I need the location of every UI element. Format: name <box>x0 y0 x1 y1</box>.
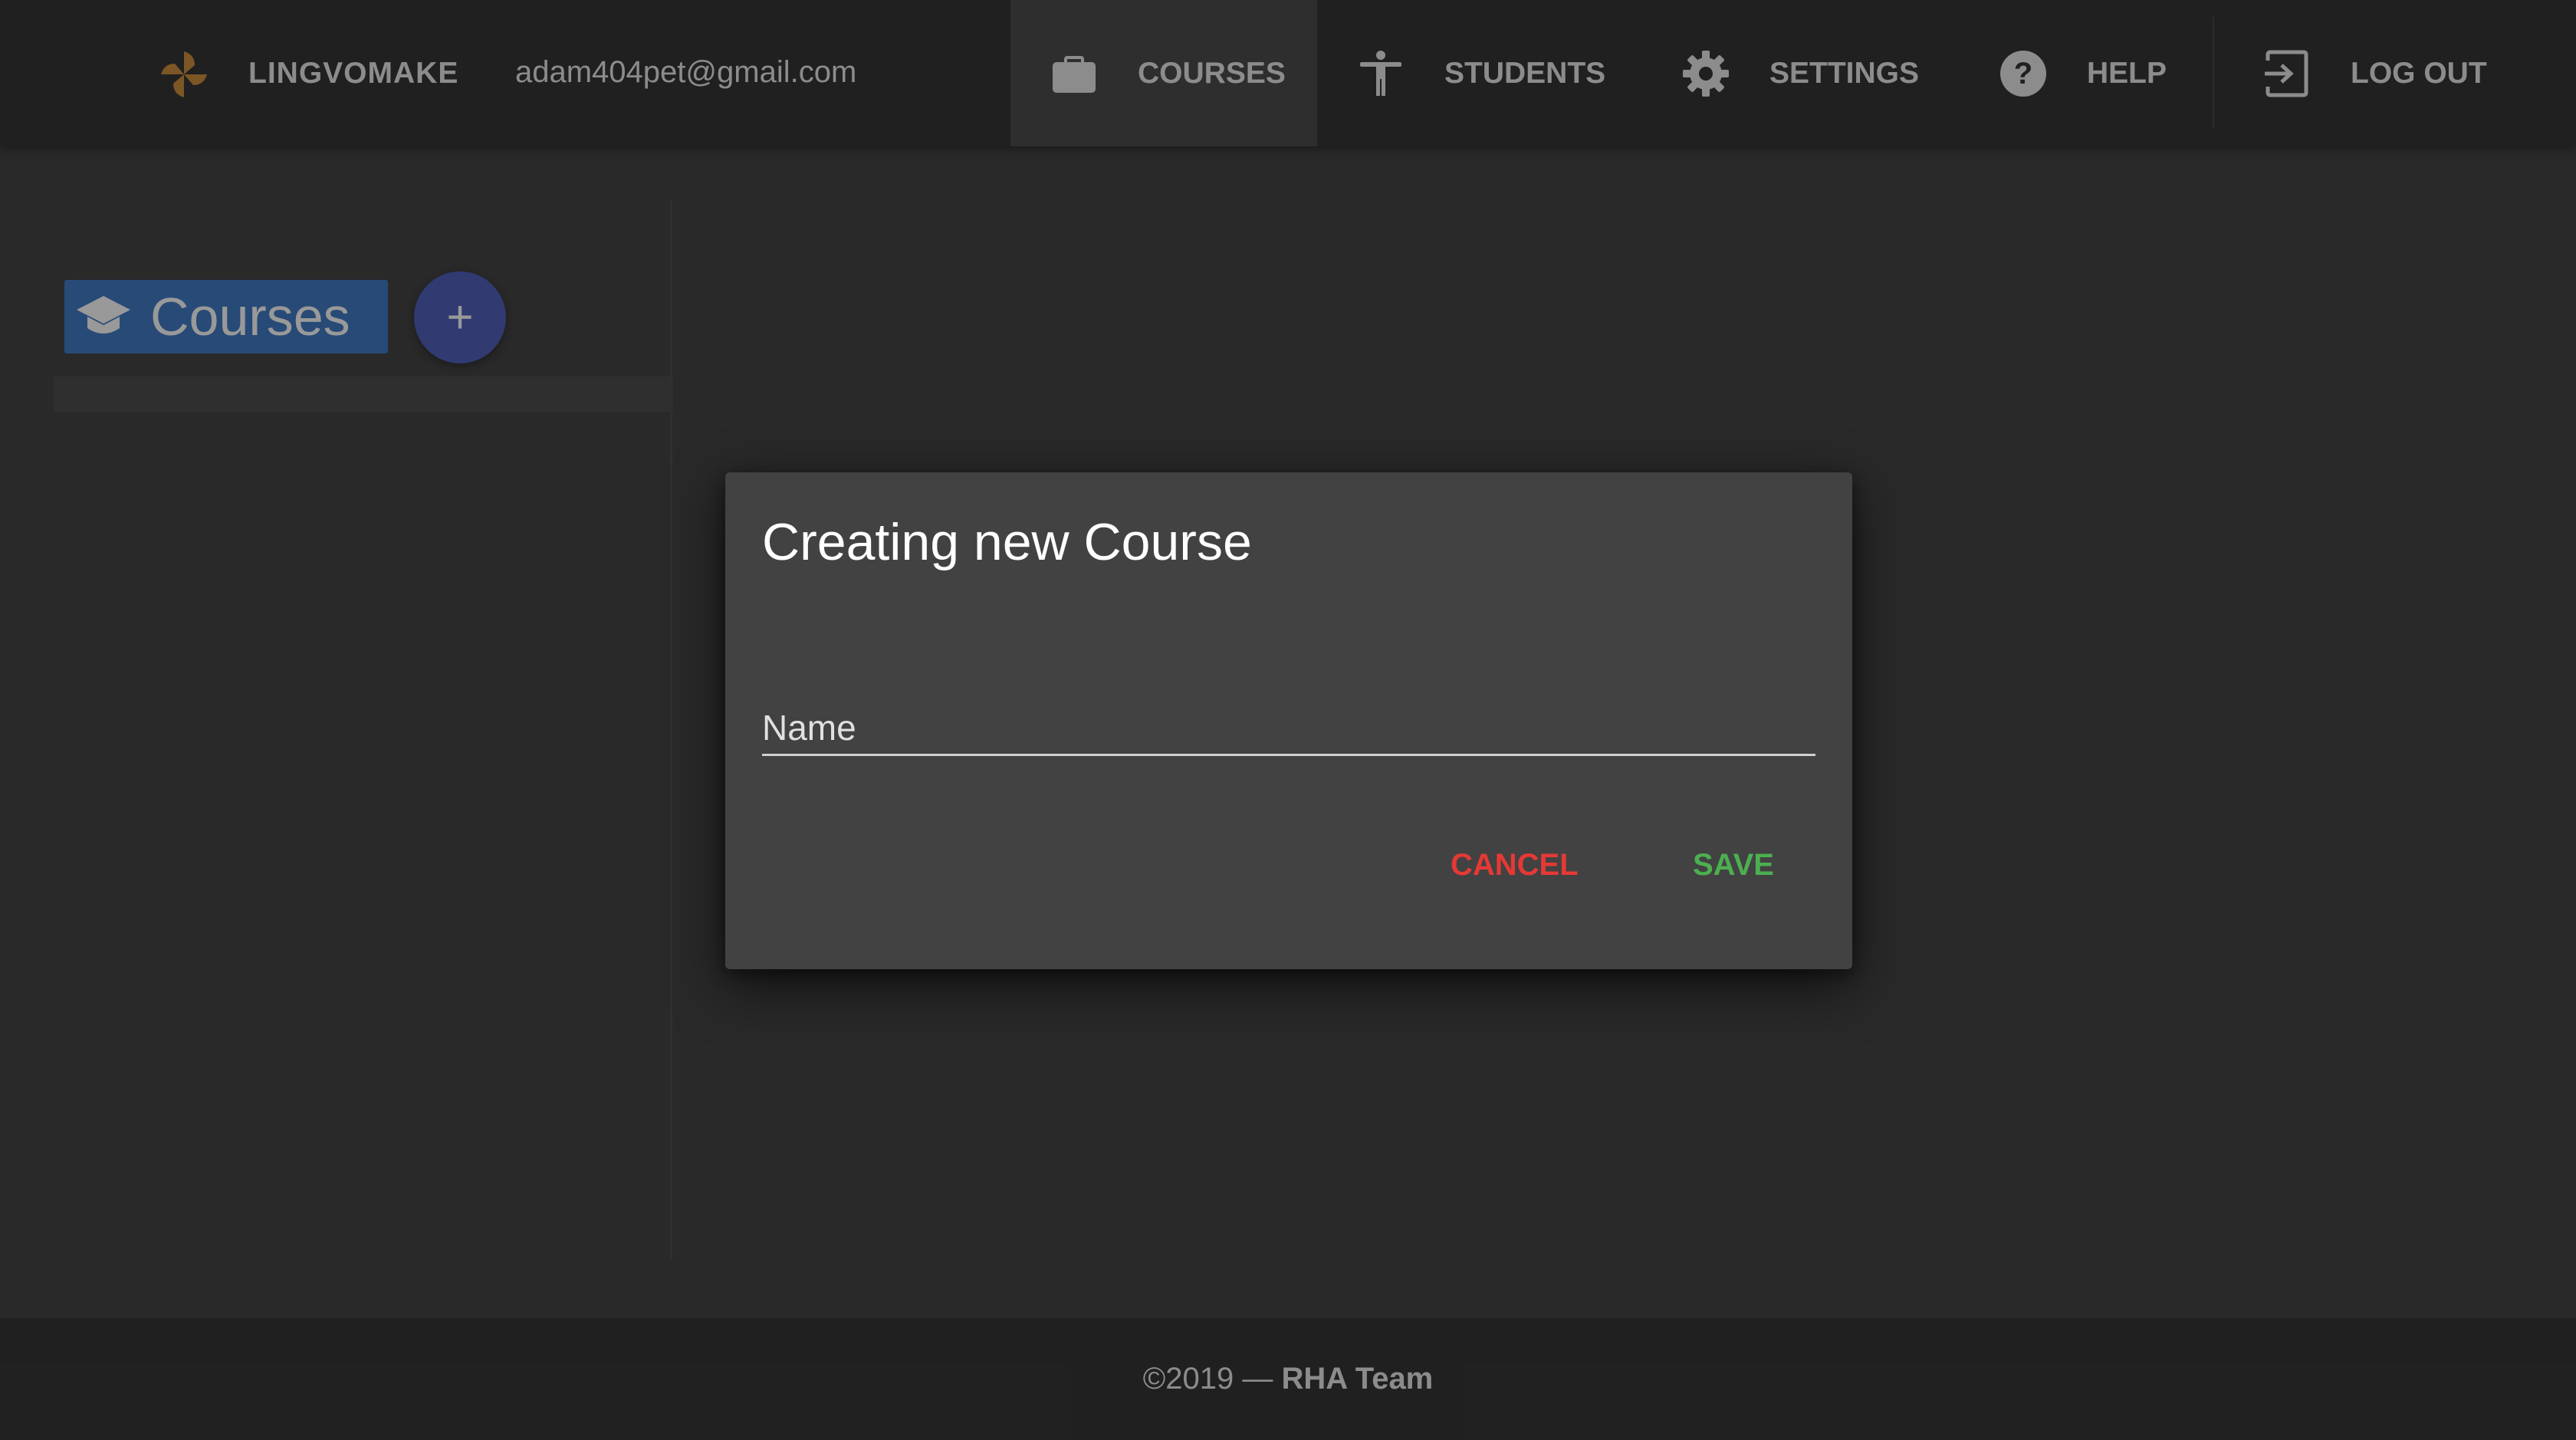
create-course-dialog: Creating new Course Name CANCEL SAVE <box>725 472 1852 969</box>
cancel-button[interactable]: CANCEL <box>1451 848 1579 883</box>
course-name-input[interactable] <box>762 695 1815 756</box>
save-button[interactable]: SAVE <box>1693 848 1774 883</box>
dialog-title: Creating new Course <box>762 513 1252 571</box>
